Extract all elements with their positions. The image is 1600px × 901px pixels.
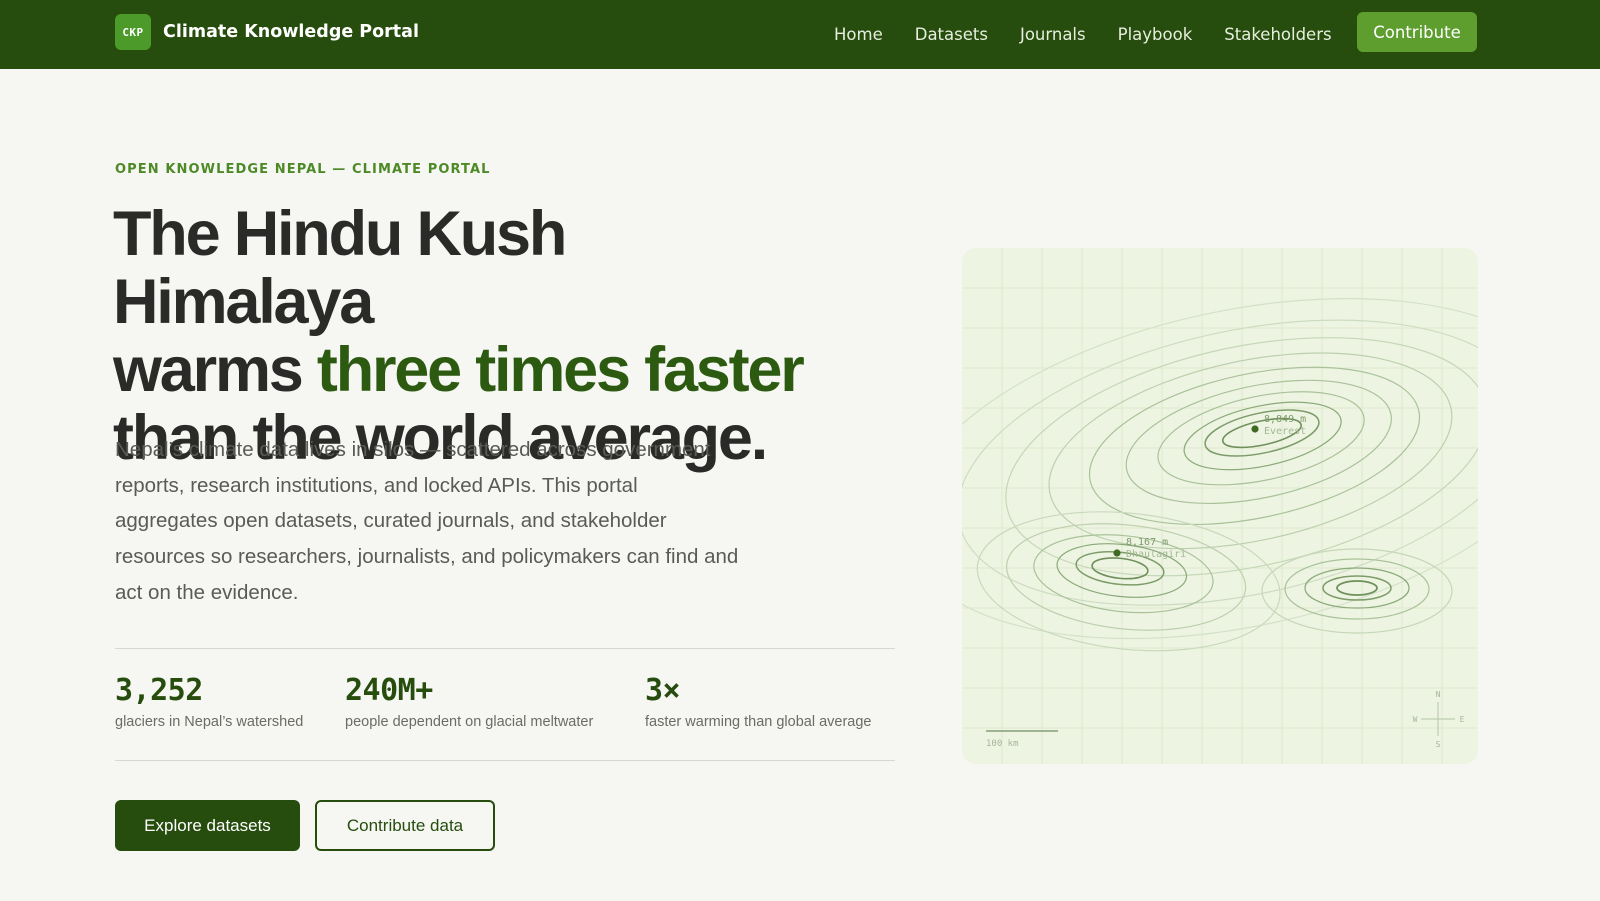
- compass-s: S: [1436, 740, 1441, 749]
- everest-name-label: Everest: [1264, 426, 1306, 437]
- compass-w: W: [1413, 715, 1418, 724]
- stats-row: 3,252 glaciers in Nepal’s watershed 240M…: [115, 648, 895, 761]
- peak-three-contours: [1261, 548, 1453, 634]
- topographic-map: 8,849 m Everest 8,167 m Dhaulagiri 100 k…: [962, 248, 1478, 764]
- everest-elevation-label: 8,849 m: [1264, 414, 1306, 425]
- stat-warming: 3× faster warming than global average: [645, 673, 872, 731]
- stat-label: people dependent on glacial meltwater: [345, 714, 594, 730]
- stat-value: 3×: [645, 673, 681, 708]
- headline-line-1: The Hindu Kush Himalaya: [113, 199, 567, 337]
- everest-contours: [962, 298, 1478, 640]
- stat-value: 240M+: [345, 673, 433, 708]
- nav-item-stakeholders[interactable]: Stakeholders: [1224, 25, 1331, 44]
- site-logo[interactable]: CKP: [115, 14, 151, 50]
- stat-label: faster warming than global average: [645, 714, 872, 730]
- contribute-button[interactable]: Contribute: [1357, 12, 1477, 52]
- nav-item-journals[interactable]: Journals: [1020, 25, 1086, 44]
- dhaulagiri-contours: [976, 511, 1281, 652]
- site-name[interactable]: Climate Knowledge Portal: [163, 22, 419, 42]
- dhaulagiri-name-label: Dhaulagiri: [1126, 549, 1186, 560]
- brand[interactable]: CKP Climate Knowledge Portal: [115, 14, 419, 50]
- hero-actions: Explore datasets Contribute data: [115, 800, 495, 851]
- contour-map-graphic: 8,849 m Everest 8,167 m Dhaulagiri 100 k…: [962, 248, 1478, 764]
- nav-item-datasets[interactable]: Datasets: [915, 25, 988, 44]
- scale-bar-label: 100 km: [986, 739, 1019, 749]
- map-grid: [962, 248, 1478, 764]
- contribute-data-button[interactable]: Contribute data: [315, 800, 495, 851]
- stat-value: 3,252: [115, 673, 203, 708]
- peak-marker-everest: 8,849 m Everest: [1251, 414, 1306, 437]
- stat-people: 240M+ people dependent on glacial meltwa…: [345, 673, 594, 731]
- headline-accent: three times faster: [316, 335, 805, 405]
- stat-label: glaciers in Nepal’s watershed: [115, 714, 304, 730]
- dhaulagiri-elevation-label: 8,167 m: [1126, 537, 1168, 548]
- compass-e: E: [1460, 715, 1465, 724]
- nav-item-playbook[interactable]: Playbook: [1118, 25, 1193, 44]
- top-navigation-bar: CKP Climate Knowledge Portal Home Datase…: [0, 0, 1600, 69]
- explore-datasets-button[interactable]: Explore datasets: [115, 800, 300, 851]
- nav-item-home[interactable]: Home: [834, 25, 883, 44]
- main-nav: Home Datasets Journals Playbook Stakehol…: [834, 0, 1332, 69]
- hero-eyebrow: OPEN KNOWLEDGE NEPAL — CLIMATE PORTAL: [115, 162, 491, 177]
- stat-glaciers: 3,252 glaciers in Nepal’s watershed: [115, 673, 304, 731]
- scale-bar: 100 km: [986, 730, 1058, 749]
- compass-n: N: [1436, 690, 1441, 699]
- headline-line-2-prefix: warms: [113, 335, 317, 405]
- hero-description: Nepal’s climate data lives in silos — sc…: [115, 438, 739, 604]
- compass-icon: N S E W: [1413, 690, 1465, 749]
- peak-marker-dhaulagiri: 8,167 m Dhaulagiri: [1113, 537, 1186, 560]
